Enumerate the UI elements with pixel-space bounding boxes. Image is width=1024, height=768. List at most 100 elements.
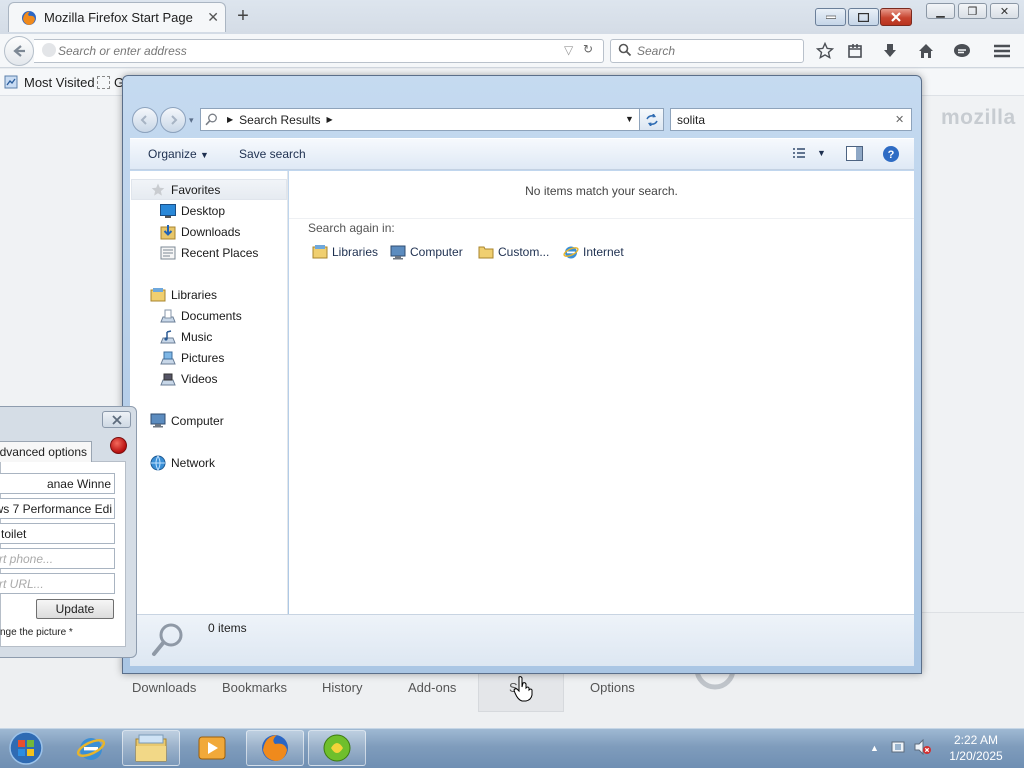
record-indicator-icon[interactable] [110, 437, 127, 454]
phone-field[interactable]: rt phone... [0, 548, 115, 569]
downloads-icon[interactable] [880, 41, 900, 61]
nav-videos[interactable]: Videos [160, 369, 217, 388]
nav-label: Music [181, 329, 213, 344]
nav-recent-places[interactable]: Recent Places [160, 243, 258, 262]
firefox-icon [262, 735, 288, 761]
update-button[interactable]: Update [36, 599, 114, 619]
search-again-computer[interactable]: Computer [390, 242, 463, 262]
name-field[interactable]: anae Winne [0, 473, 115, 494]
internet-explorer-icon [76, 738, 106, 760]
start-button[interactable] [4, 729, 48, 767]
browser-minimize-button[interactable]: ▁ [926, 3, 955, 19]
breadcrumb-chevron-icon[interactable]: ▶ [327, 115, 333, 124]
explorer-search-box[interactable]: solita ✕ [670, 108, 912, 131]
explorer-address-bar[interactable]: ▶ Search Results ▶ ▼ [200, 108, 640, 131]
volume-muted-icon[interactable] [914, 739, 932, 755]
recent-pages-chevron-icon[interactable]: ▾ [189, 115, 194, 126]
address-dropdown-icon[interactable]: ▼ [625, 114, 634, 124]
nav-desktop[interactable]: Desktop [160, 201, 225, 220]
nav-network[interactable]: Network [150, 453, 215, 472]
home-icon[interactable] [916, 41, 936, 61]
change-view-icon[interactable] [792, 147, 806, 161]
nav-label: Network [171, 455, 216, 470]
videos-icon [160, 371, 176, 387]
clear-search-icon[interactable]: ✕ [895, 113, 904, 126]
nav-label: Pictures [181, 350, 225, 365]
results-pane [289, 171, 914, 614]
bookmarks-menu-icon[interactable] [845, 41, 865, 61]
advanced-options-tab[interactable]: dvanced options [0, 441, 92, 462]
browser-tab[interactable]: Mozilla Firefox Start Page ✕ [8, 2, 226, 32]
explorer-minimize-button[interactable] [815, 8, 846, 26]
breadcrumb-chevron-icon[interactable]: ▶ [227, 115, 233, 124]
bookmark-star-icon[interactable] [815, 41, 835, 61]
breadcrumb-search-results[interactable]: Search Results [239, 113, 320, 127]
search-magnifier-icon [150, 621, 188, 659]
system-clock[interactable]: 2:22 AM 1/20/2025 [936, 732, 1016, 764]
browser-restore-button[interactable]: ❐ [958, 3, 987, 19]
dialog-close-button[interactable] [102, 411, 131, 428]
nav-label: Favorites [171, 182, 221, 197]
organize-button[interactable]: Organize ▼ [148, 147, 209, 161]
back-arrow-icon [13, 45, 25, 57]
url-field[interactable]: rt URL... [0, 573, 115, 594]
taskbar-windows-explorer[interactable] [122, 730, 180, 766]
nav-pictures[interactable]: Pictures [160, 348, 224, 367]
reload-icon[interactable]: ↻ [583, 42, 593, 56]
firefox-favicon-icon [21, 10, 37, 26]
nav-label: Recent Places [181, 245, 259, 260]
launcher-options[interactable]: Options [590, 680, 635, 695]
nav-music[interactable]: Music [160, 327, 212, 346]
explorer-search-value: solita [677, 112, 706, 127]
explorer-back-button[interactable] [132, 107, 158, 133]
libraries-icon [150, 287, 166, 303]
most-visited-bookmark[interactable]: Most Visited [24, 75, 95, 90]
search-again-libraries[interactable]: Libraries [312, 242, 378, 262]
action-center-icon[interactable] [890, 739, 906, 755]
launcher-addons[interactable]: Add-ons [408, 680, 456, 695]
new-tab-button[interactable]: + [232, 6, 254, 28]
launcher-bookmarks[interactable]: Bookmarks [222, 680, 287, 695]
save-search-button[interactable]: Save search [239, 147, 306, 161]
browser-close-button[interactable]: ✕ [990, 3, 1019, 19]
hand-cursor-icon [513, 676, 533, 702]
taskbar-media-player[interactable] [183, 730, 241, 766]
url-dropdown-icon[interactable]: ▽ [564, 43, 573, 57]
help-icon[interactable]: ? [882, 145, 900, 163]
nav-documents[interactable]: Documents [160, 306, 242, 325]
nav-computer[interactable]: Computer [150, 411, 224, 430]
search-again-label-text: Libraries [332, 245, 379, 259]
nav-favorites[interactable]: Favorites [150, 180, 220, 199]
back-button[interactable] [4, 36, 34, 66]
preview-pane-icon[interactable] [846, 146, 863, 161]
explorer-close-button[interactable] [880, 8, 912, 26]
site-identity-icon[interactable] [42, 43, 56, 57]
explorer-maximize-button[interactable] [848, 8, 879, 26]
search-again-custom[interactable]: Custom... [478, 242, 549, 262]
title-field[interactable]: ows 7 Performance Edi [0, 498, 115, 519]
taskbar-game-app[interactable] [308, 730, 366, 766]
menu-icon[interactable] [992, 41, 1012, 61]
taskbar-firefox[interactable] [246, 730, 304, 766]
view-options-chevron-icon[interactable]: ▼ [817, 148, 826, 158]
launcher-history[interactable]: History [322, 680, 362, 695]
launcher-downloads[interactable]: Downloads [132, 680, 196, 695]
explorer-forward-button[interactable] [160, 107, 186, 133]
url-bar[interactable]: Search or enter address ▽ ↻ [34, 39, 604, 63]
tab-close-icon[interactable]: ✕ [207, 9, 219, 26]
field-value: toilet [1, 526, 27, 541]
explorer-refresh-button[interactable] [640, 108, 664, 131]
nav-downloads[interactable]: Downloads [160, 222, 240, 241]
pictures-icon [160, 350, 176, 366]
field-placeholder: rt URL... [0, 576, 44, 591]
forward-arrow-icon [171, 115, 178, 125]
taskbar-internet-explorer[interactable] [62, 730, 120, 766]
browser-search-box[interactable]: Search [610, 39, 804, 63]
chat-icon[interactable] [952, 41, 972, 61]
show-hidden-icons-icon[interactable]: ▲ [870, 743, 879, 753]
search-again-internet[interactable]: Internet [563, 242, 624, 262]
description-field[interactable]: toilet [0, 523, 115, 544]
documents-icon [160, 308, 176, 324]
downloads-folder-icon [160, 224, 176, 240]
nav-libraries[interactable]: Libraries [150, 285, 217, 304]
